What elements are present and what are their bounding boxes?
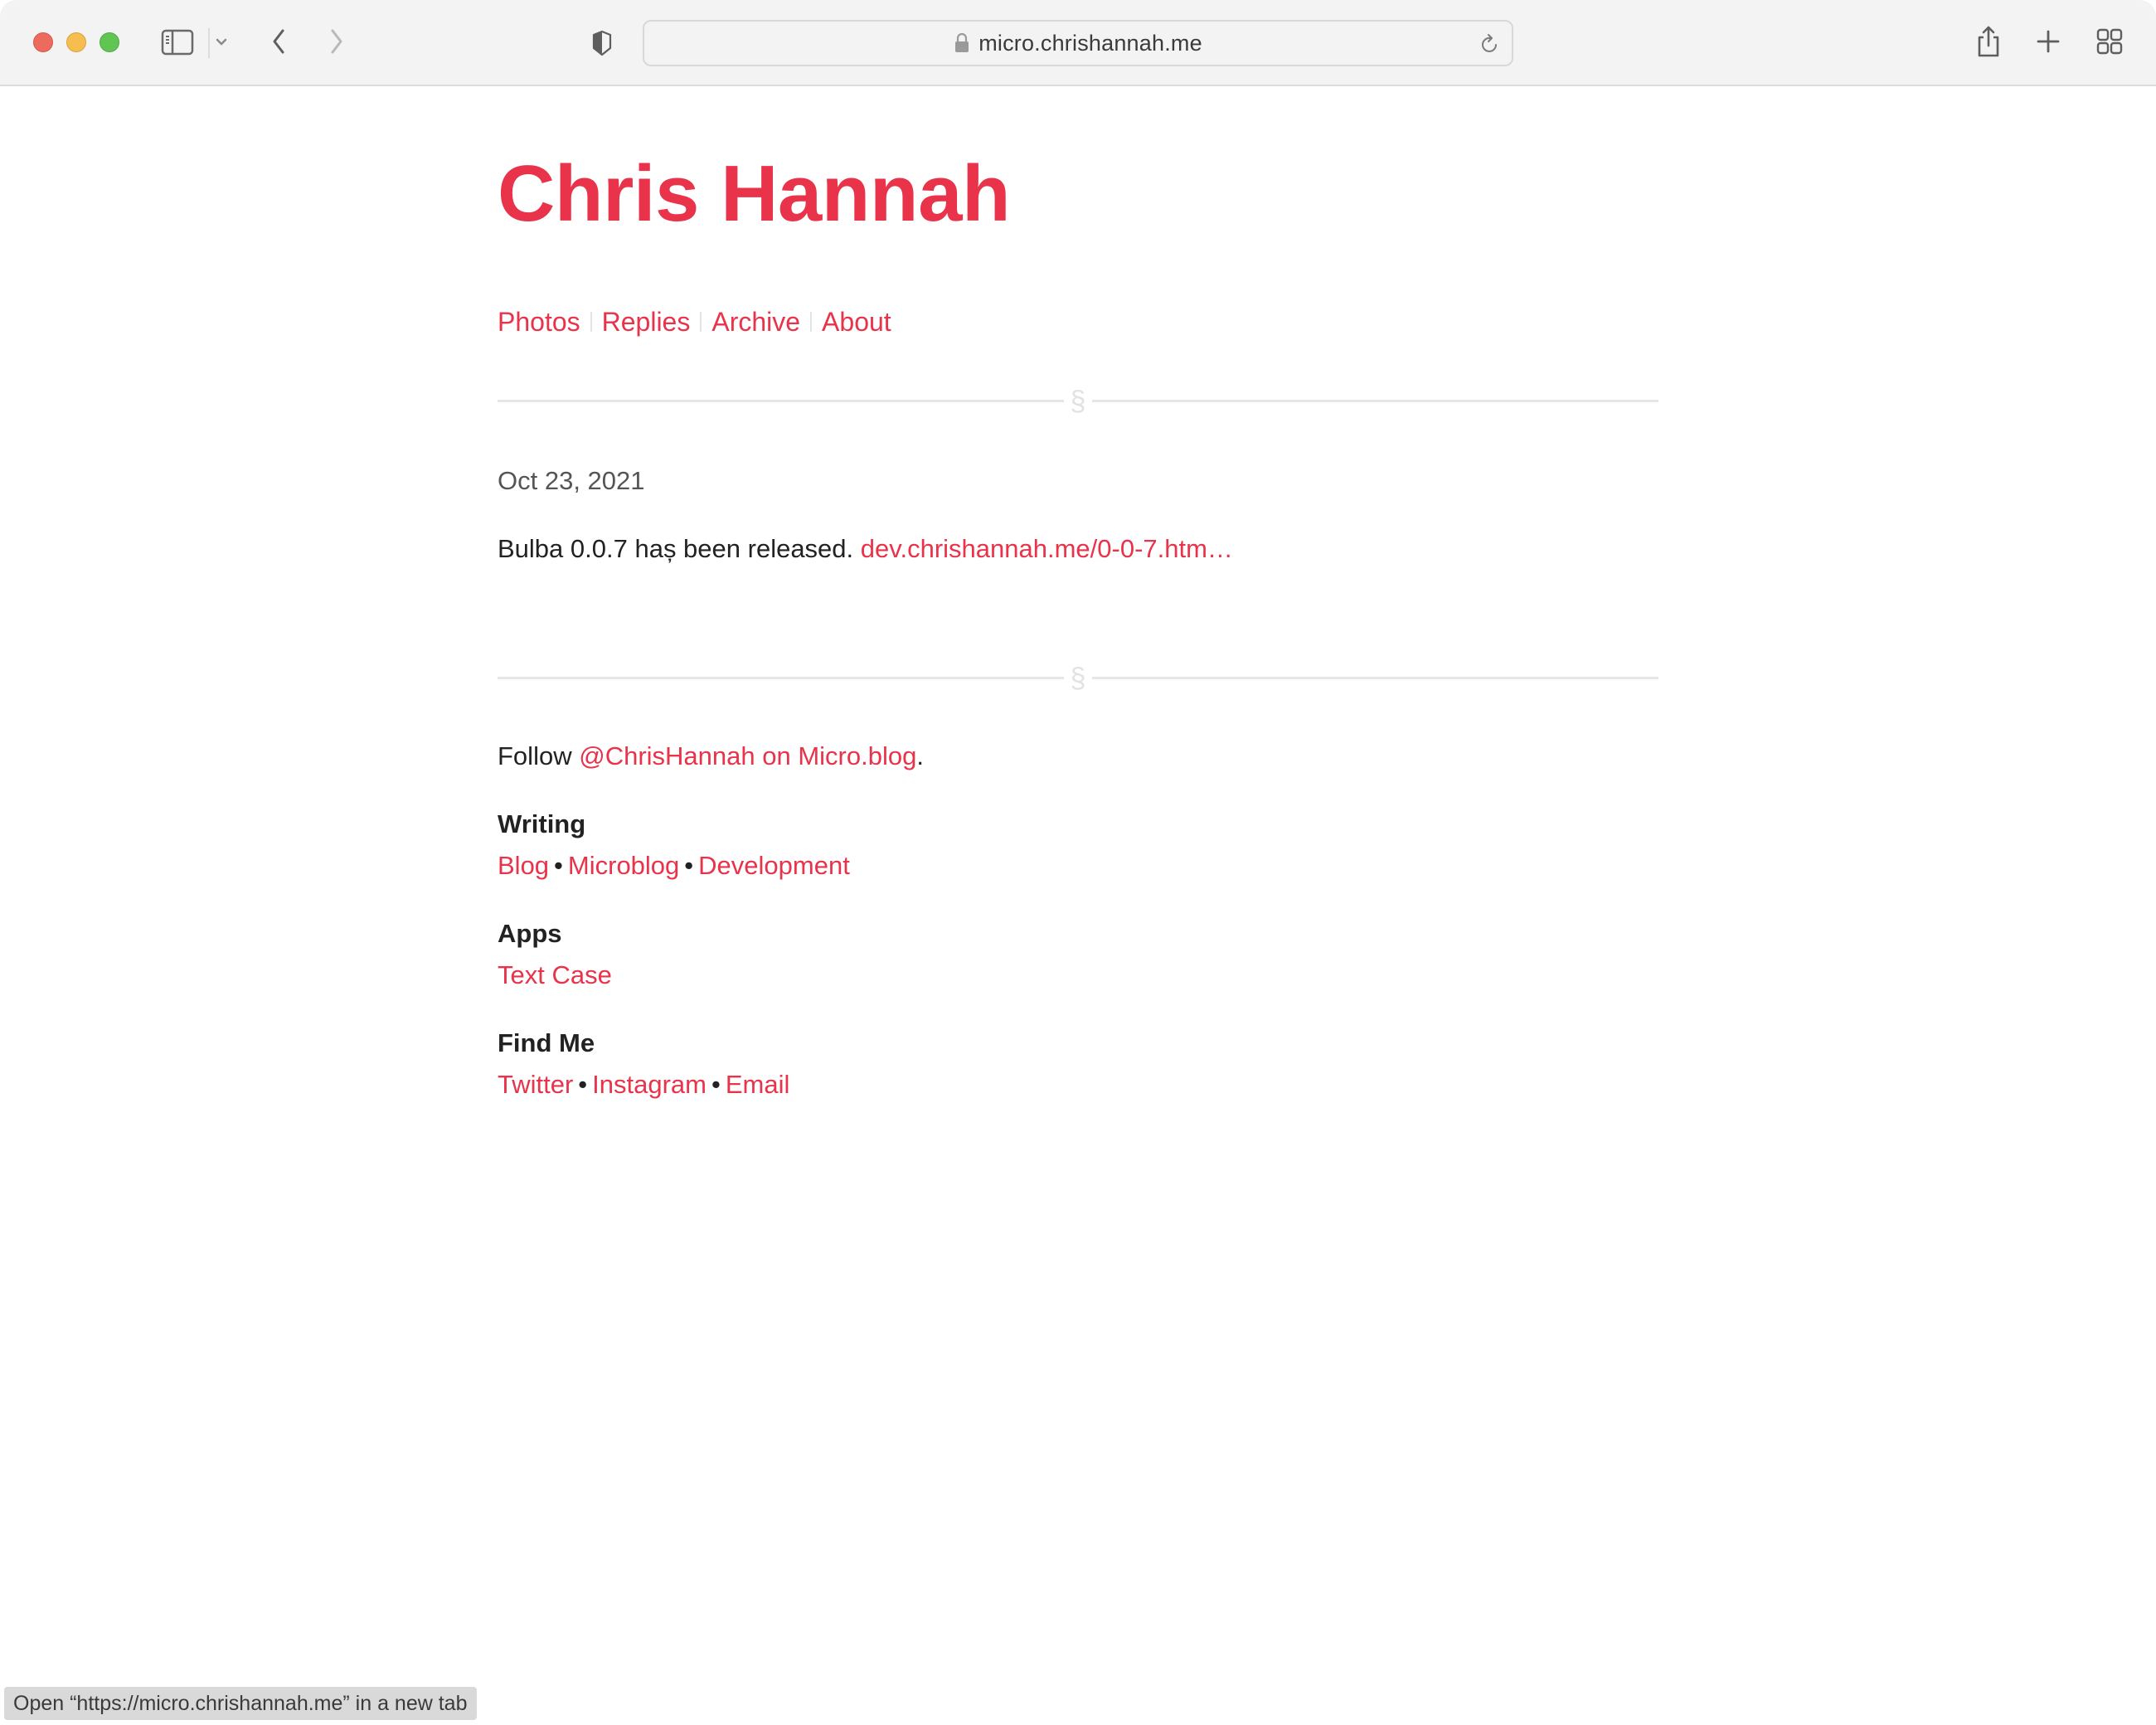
follow-prefix: Follow — [498, 741, 572, 770]
nav-divider — [810, 312, 813, 332]
section-sign-icon: § — [1070, 663, 1086, 694]
close-window-button[interactable] — [33, 32, 53, 52]
forward-button[interactable] — [322, 25, 352, 58]
shield-icon — [592, 30, 612, 56]
bullet-separator: • — [711, 1070, 721, 1099]
sidebar-icon — [161, 29, 194, 56]
tab-overview-button[interactable] — [2095, 27, 2124, 56]
nav-divider — [590, 312, 592, 332]
link-email[interactable]: Email — [726, 1070, 790, 1099]
post-body: Bulba 0.0.7 haș been released. dev.chris… — [498, 534, 1233, 564]
chevron-down-icon — [216, 38, 227, 46]
nav-replies[interactable]: Replies — [602, 309, 691, 335]
link-status-tooltip: Open “https://micro.chrishannah.me” in a… — [4, 1687, 477, 1720]
privacy-report-button[interactable] — [589, 28, 615, 58]
microblog-profile-link[interactable]: @ChrisHannah on Micro.blog — [579, 741, 916, 770]
post-date[interactable]: Oct 23, 2021 — [498, 466, 645, 496]
chevron-right-icon — [331, 29, 342, 54]
share-button[interactable] — [1974, 23, 2003, 60]
post-text: Bulba 0.0.7 haș been released. — [498, 534, 854, 563]
back-button[interactable] — [264, 25, 294, 58]
sidebar-toggle-button[interactable] — [159, 28, 196, 56]
sidebar-menu-button[interactable] — [212, 33, 231, 51]
link-blog[interactable]: Blog — [498, 851, 549, 880]
section-sign-icon: § — [1070, 386, 1086, 417]
footer-links-writing: Blog • Microblog • Development — [498, 851, 850, 881]
zoom-window-button[interactable] — [100, 32, 119, 52]
section-divider: § — [498, 662, 1658, 695]
site-nav: Photos Replies Archive About — [498, 309, 891, 335]
section-divider: § — [498, 385, 1658, 418]
nav-photos[interactable]: Photos — [498, 309, 580, 335]
chevron-left-icon — [273, 29, 284, 54]
bullet-separator: • — [554, 851, 563, 880]
follow-suffix: . — [916, 741, 924, 770]
lock-icon — [954, 32, 970, 54]
nav-archive[interactable]: Archive — [711, 309, 800, 335]
link-microblog[interactable]: Microblog — [568, 851, 679, 880]
share-icon — [1978, 26, 1999, 57]
address-bar[interactable]: micro.chrishannah.me — [643, 20, 1513, 66]
url-text: micro.chrishannah.me — [978, 30, 1202, 56]
grid-icon — [2096, 28, 2123, 55]
link-twitter[interactable]: Twitter — [498, 1070, 573, 1099]
site-title[interactable]: Chris Hannah — [498, 154, 1011, 234]
footer-links-find-me: Twitter • Instagram • Email — [498, 1070, 789, 1100]
bullet-separator: • — [684, 851, 694, 880]
bullet-separator: • — [578, 1070, 588, 1099]
reload-icon — [1482, 34, 1497, 52]
footer-heading-writing: Writing — [498, 809, 586, 838]
toolbar-divider — [208, 28, 210, 58]
link-instagram[interactable]: Instagram — [592, 1070, 707, 1099]
link-text-case[interactable]: Text Case — [498, 960, 612, 989]
minimize-window-button[interactable] — [66, 32, 86, 52]
new-tab-button[interactable] — [2033, 27, 2063, 56]
footer-heading-apps: Apps — [498, 919, 562, 948]
plus-icon — [2037, 30, 2060, 53]
nav-about[interactable]: About — [822, 309, 891, 335]
link-development[interactable]: Development — [698, 851, 850, 880]
nav-divider — [700, 312, 702, 332]
footer-heading-find-me: Find Me — [498, 1028, 595, 1057]
follow-line: Follow @ChrisHannah on Micro.blog. — [498, 741, 924, 771]
reload-button[interactable] — [1479, 32, 1502, 56]
browser-toolbar: micro.chrishannah.me — [0, 0, 2156, 86]
footer-links-apps: Text Case — [498, 960, 612, 990]
post-link[interactable]: dev.chrishannah.me/0-0-7.htm… — [861, 534, 1233, 563]
